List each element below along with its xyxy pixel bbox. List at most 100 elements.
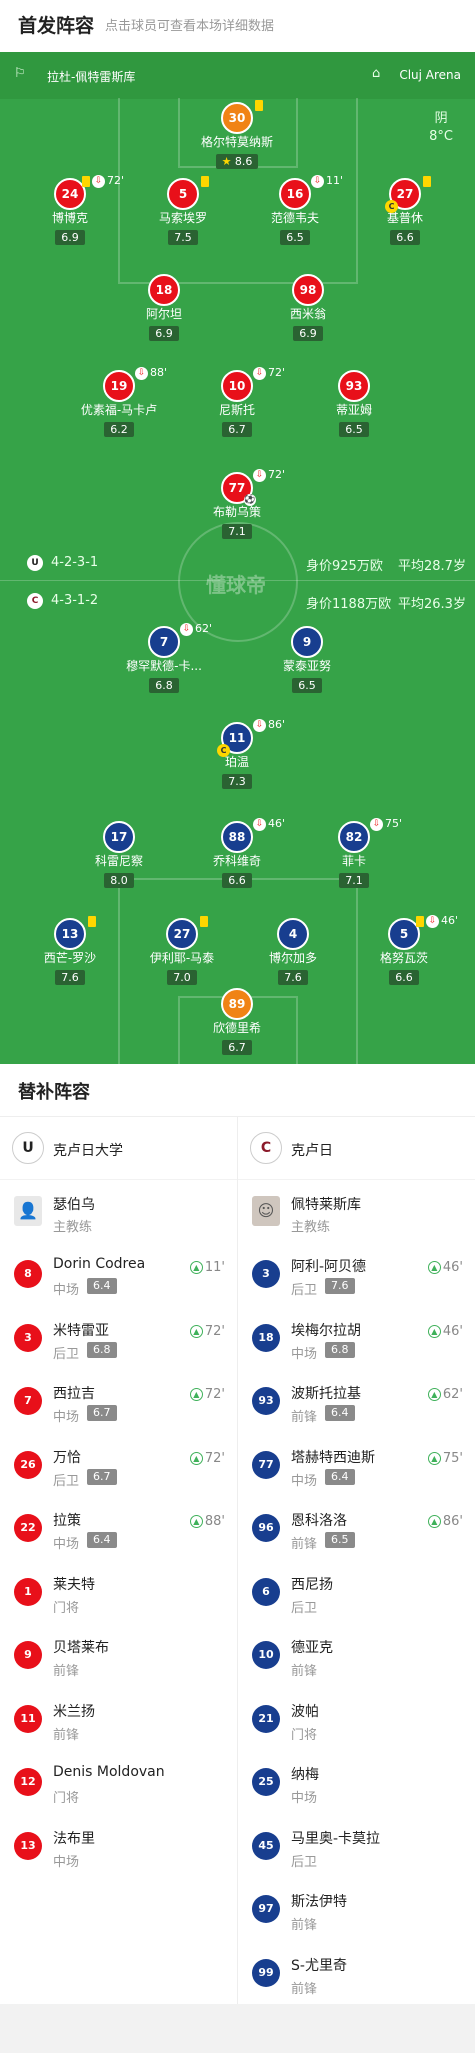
sub-player-row[interactable]: 25 纳梅 中场 <box>238 1752 475 1816</box>
away-team-header[interactable]: C 克卢日 <box>238 1116 475 1180</box>
away-player[interactable]: 9 蒙泰亚努 6.5 <box>257 626 357 693</box>
sub-player-name: 贝塔莱布 <box>53 1640 109 1656</box>
sub-player-row[interactable]: 12 Denis Moldovan 门将 <box>0 1752 237 1816</box>
sub-player-row[interactable]: 10 德亚克 前锋 <box>238 1625 475 1689</box>
sub-player-row[interactable]: 7 西拉吉 中场 6.7 ▲ 72' <box>0 1371 237 1435</box>
sub-player-row[interactable]: 21 波帕 门将 <box>238 1689 475 1753</box>
home-player[interactable]: 19 ⇩ 88' 优素福-马卡卢 6.2 <box>69 366 169 437</box>
player-number: 5 <box>167 178 199 210</box>
sub-player-number: 26 <box>14 1450 42 1479</box>
sub-player-row[interactable]: 11 米兰扬 前锋 <box>0 1689 237 1753</box>
substitution-in-icon: ▲ <box>427 1451 441 1465</box>
away-player[interactable]: 4 博尔加多 7.6 <box>243 918 343 985</box>
substitution-time: 62' <box>195 622 213 635</box>
player-rating: ★ 8.6 <box>215 154 259 169</box>
home-coach[interactable]: 👤 瑟伯乌 主教练 <box>0 1180 237 1244</box>
home-player[interactable]: 93 蒂亚姆 6.5 <box>304 370 404 437</box>
home-subs-column: U 克卢日大学 👤 瑟伯乌 主教练 8 Dorin Codrea 中场 6.4 ▲ 11'… <box>0 1116 237 1879</box>
player-rating: 6.6 <box>389 970 419 985</box>
player-name: 科雷尼察 <box>94 854 143 868</box>
home-player[interactable]: 30 格尔特莫纳斯 ★ 8.6 <box>187 100 287 169</box>
player-rating: 7.6 <box>55 970 85 985</box>
sub-player-number: 99 <box>252 1958 280 1987</box>
sub-player-row[interactable]: 99 S-尤里奇 前锋 <box>238 1943 475 2007</box>
sub-player-row[interactable]: 3 米特雷亚 后卫 6.8 ▲ 72' <box>0 1308 237 1372</box>
substitution-time: 72' <box>107 174 125 187</box>
sub-player-name: 斯法伊特 <box>291 1894 347 1910</box>
home-player[interactable]: 16 ⇩ 11' 范德韦夫 6.5 <box>245 174 345 245</box>
sub-player-number: 13 <box>14 1831 42 1860</box>
away-player[interactable]: 17 科雷尼察 8.0 <box>69 821 169 888</box>
substitution-in-icon: ▲ <box>189 1515 203 1528</box>
sub-player-rating: 6.7 <box>87 1468 117 1485</box>
sub-player-position: 中场 <box>291 1473 318 1489</box>
substitution-time: 11' <box>326 174 344 187</box>
sub-player-name: 恩科洛洛 <box>291 1513 347 1529</box>
sub-player-row[interactable]: 93 波斯托拉基 前锋 6.4 ▲ 62' <box>238 1371 475 1435</box>
sub-player-row[interactable]: 96 恩科洛洛 前锋 6.5 ▲ 86' <box>238 1498 475 1562</box>
player-rating-value: 6.9 <box>155 327 173 340</box>
player-rating-value: 6.6 <box>228 874 246 887</box>
sub-player-row[interactable]: 9 贝塔莱布 前锋 <box>0 1625 237 1689</box>
home-player[interactable]: 18 阿尔坦 6.9 <box>114 274 214 341</box>
home-team-icon: U <box>27 555 43 571</box>
sub-player-row[interactable]: 45 马里奥-卡莫拉 后卫 <box>238 1816 475 1880</box>
player-rating-value: 6.7 <box>228 1041 246 1054</box>
away-player[interactable]: 88 ⇩ 46' 乔科维奇 6.6 <box>187 817 287 888</box>
sub-player-row[interactable]: 3 阿利-阿贝德 后卫 7.6 ▲ 46' <box>238 1244 475 1308</box>
away-player[interactable]: 89 欣德里希 6.7 <box>187 988 287 1055</box>
sub-player-rating: 6.4 <box>325 1468 355 1485</box>
sub-player-row[interactable]: 18 埃梅尔拉胡 中场 6.8 ▲ 46' <box>238 1308 475 1372</box>
sub-player-row[interactable]: 13 法布里 中场 <box>0 1816 237 1880</box>
sub-player-position: 前锋 <box>291 1918 318 1933</box>
sub-player-name: 马里奥-卡莫拉 <box>291 1830 381 1847</box>
home-formation: 4-2-3-1 <box>51 555 99 570</box>
subs-section: 替补阵容 U 克卢日大学 👤 瑟伯乌 主教练 8 Dorin Codrea 中场 6.… <box>0 1064 475 2004</box>
home-player[interactable]: 5 马索埃罗 7.5 <box>133 176 233 245</box>
player-name: 蒙泰亚努 <box>282 659 331 673</box>
away-player[interactable]: 82 ⇩ 75' 菲卡 7.1 <box>304 817 404 888</box>
away-player[interactable]: 7 ⇩ 62' 穆罕默德-卡... 6.8 <box>114 622 214 693</box>
sub-player-name: 埃梅尔拉胡 <box>291 1322 361 1339</box>
sub-player-position: 后卫 <box>291 1854 318 1870</box>
player-rating: 6.6 <box>222 873 252 888</box>
sub-player-name: Denis Moldovan <box>53 1764 165 1780</box>
substitution-in-icon: ▲ <box>189 1324 203 1338</box>
player-name: 范德韦夫 <box>270 211 319 225</box>
sub-player-row[interactable]: 1 莱夫特 门将 <box>0 1562 237 1626</box>
player-rating: 6.7 <box>222 422 252 437</box>
home-player[interactable]: 98 西米翁 6.9 <box>258 274 358 341</box>
away-player[interactable]: 5 ⇩ 46' 格努瓦茨 6.6 <box>354 914 458 985</box>
sub-player-row[interactable]: 26 万恰 后卫 6.7 ▲ 72' <box>0 1435 237 1499</box>
player-name: 伊利耶-马泰 <box>149 951 215 965</box>
home-player[interactable]: 77 ⇩ 72' ⚽ 布勒乌策 7.1 <box>187 468 287 539</box>
away-player[interactable]: 13 西芒-罗沙 7.6 <box>20 916 120 985</box>
away-coach[interactable]: ☺ 佩特莱斯库 主教练 <box>238 1180 475 1244</box>
sub-player-row[interactable]: 22 拉策 中场 6.4 ▲ 88' <box>0 1498 237 1562</box>
substitution-in-icon: ▲ <box>427 1388 441 1401</box>
sub-player-row[interactable]: 97 斯法伊特 前锋 <box>238 1879 475 1943</box>
home-team-header[interactable]: U 克卢日大学 <box>0 1116 237 1180</box>
sub-in-time-value: 11' <box>204 1260 225 1275</box>
substitution-time: 88' <box>150 366 168 379</box>
sub-player-name: 法布里 <box>53 1830 95 1847</box>
sub-in-time-value: 88' <box>204 1514 225 1529</box>
sub-player-row[interactable]: 8 Dorin Codrea 中场 6.4 ▲ 11' <box>0 1244 237 1308</box>
watermark-logo: 懂球帝 <box>206 573 266 597</box>
home-player[interactable]: 24 ⇩ 72' 博博克 6.9 <box>20 174 124 245</box>
substitution-in-icon: ▲ <box>427 1515 441 1528</box>
sub-player-number: 45 <box>252 1831 280 1860</box>
sub-player-row[interactable]: 6 西尼扬 后卫 <box>238 1562 475 1626</box>
home-player[interactable]: 27 C 基普休 6.6 <box>355 176 455 245</box>
away-player[interactable]: 11 ⇩ 86' C 珀温 7.3 <box>187 718 287 789</box>
home-player[interactable]: 10 ⇩ 72' 尼斯托 6.7 <box>187 366 287 437</box>
home-avg-age: 平均28.7岁 <box>398 559 466 574</box>
sub-player-number: 18 <box>252 1323 280 1352</box>
weather-temp: 8°C <box>429 129 453 144</box>
sub-player-name: 西拉吉 <box>53 1386 95 1402</box>
away-player[interactable]: 27 伊利耶-马泰 7.0 <box>132 916 232 985</box>
substitution-out-icon: ⇩ <box>253 367 266 380</box>
goal-ball-icon: ⚽ <box>244 494 256 506</box>
sub-player-row[interactable]: 77 塔赫特西迪斯 中场 6.4 ▲ 75' <box>238 1435 475 1499</box>
yellow-card-icon <box>255 100 263 111</box>
